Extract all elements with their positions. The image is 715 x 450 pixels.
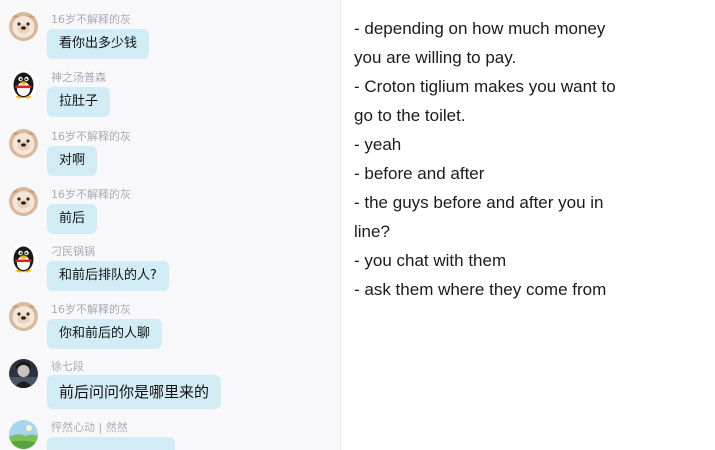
translation-line: line? xyxy=(354,222,390,241)
sender-name: 16岁不解释的灰 xyxy=(51,130,131,143)
translation-text: - depending on how much money you are wi… xyxy=(354,14,706,304)
sender-name: 16岁不解释的灰 xyxy=(51,188,131,201)
penguin-avatar-icon[interactable] xyxy=(9,244,38,273)
sender-name: 神之汤普森 xyxy=(51,71,106,84)
message-bubble: 前后问问你是哪里来的 xyxy=(47,375,222,409)
dog-avatar-icon[interactable] xyxy=(9,302,38,331)
message-bubble: 和前后排队的人? xyxy=(47,261,169,291)
dog-avatar-icon[interactable] xyxy=(9,129,38,158)
translation-line: - you chat with them xyxy=(354,251,507,270)
translation-line: - Croton tiglium makes you want to xyxy=(354,77,616,96)
translation-line: - before and after xyxy=(354,164,485,183)
sender-name: 刁民锅锅 xyxy=(51,245,95,258)
message-bubble: 看你出多少钱 xyxy=(47,29,150,59)
sender-name: 徐七段 xyxy=(51,360,84,373)
landscape-avatar-icon[interactable] xyxy=(9,420,38,449)
translation-line: go to the toilet. xyxy=(354,106,466,125)
penguin-avatar-icon[interactable] xyxy=(9,70,38,99)
dog-avatar-icon[interactable] xyxy=(9,187,38,216)
translation-line: - depending on how much money xyxy=(354,19,606,38)
translation-line: - ask them where they come from xyxy=(354,280,607,299)
sender-name: 16岁不解释的灰 xyxy=(51,13,131,26)
message-bubble xyxy=(47,437,175,450)
sender-name: 怦然心动 | 然然 xyxy=(51,421,128,434)
message-bubble: 你和前后的人聊 xyxy=(47,319,163,349)
message-bubble: 前后 xyxy=(47,204,98,234)
translation-line: - yeah xyxy=(354,135,402,154)
chat-panel: 16岁不解释的灰 看你出多少钱 神之汤普森 拉肚子 16岁不解释的灰 对啊 16… xyxy=(0,0,341,450)
portrait-avatar-icon[interactable] xyxy=(9,359,38,388)
translation-line: - the guys before and after you in xyxy=(354,193,604,212)
dog-avatar-icon[interactable] xyxy=(9,12,38,41)
sender-name: 16岁不解释的灰 xyxy=(51,303,131,316)
translation-line: you are willing to pay. xyxy=(354,48,517,67)
message-bubble: 拉肚子 xyxy=(47,87,111,117)
message-bubble: 对啊 xyxy=(47,146,98,176)
